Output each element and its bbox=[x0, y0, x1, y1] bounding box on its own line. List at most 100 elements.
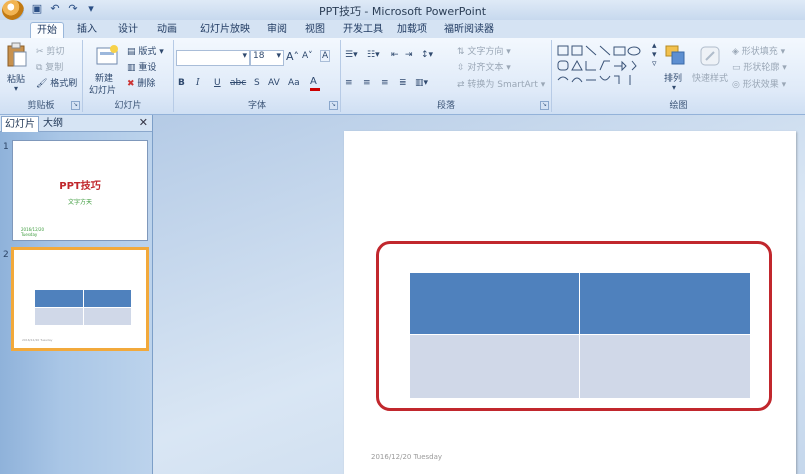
thumb1-subtitle: 文字方天 bbox=[67, 199, 92, 206]
slide-number-1: 1 bbox=[3, 142, 9, 152]
shape-effects-button[interactable]: ◎ 形状效果 ▾ bbox=[732, 77, 786, 90]
paragraph-launcher-icon[interactable]: ↘ bbox=[540, 101, 549, 110]
decrease-indent-button[interactable]: ⇤ bbox=[391, 50, 399, 60]
highlight-rectangle bbox=[376, 241, 772, 411]
clear-format-button[interactable]: A bbox=[320, 50, 331, 62]
italic-button[interactable]: I bbox=[196, 78, 200, 88]
align-text-button[interactable]: ⇳ 对齐文本 ▾ bbox=[457, 60, 511, 73]
change-case-button[interactable]: Aa bbox=[288, 78, 300, 88]
tab-slides-thumbnails[interactable]: 幻灯片 bbox=[1, 116, 39, 132]
font-color-icon: A bbox=[310, 76, 317, 87]
clear-format-label: A bbox=[322, 51, 329, 61]
thumb2-table bbox=[35, 290, 131, 325]
tab-view[interactable]: 视图 bbox=[298, 22, 332, 38]
quick-styles-label[interactable]: 快速样式 bbox=[692, 71, 728, 84]
line-spacing-button[interactable]: ↕▾ bbox=[421, 50, 433, 60]
columns-button[interactable]: ▥▾ bbox=[415, 78, 428, 88]
thumb2-cell bbox=[84, 290, 131, 307]
slides-group: 新建 幻灯片 ▤ 版式 ▾ ▥ 重设 ✖ 删除 幻灯片 bbox=[83, 40, 174, 112]
slides-panel-tabs: 幻灯片 大纲 ✕ bbox=[0, 115, 152, 132]
clipboard-launcher-icon[interactable]: ↘ bbox=[71, 101, 80, 110]
thumb1-date: 2016/12/20 Tuesday bbox=[21, 227, 44, 237]
font-group: ▾ 18 ▾ A˄ A˅ A B I U abc S AV Aa A 字体 ↘ bbox=[174, 40, 341, 112]
arrange-icon[interactable] bbox=[664, 44, 688, 68]
copy-button[interactable]: ⧉ 复制 bbox=[36, 60, 63, 73]
paste-icon[interactable] bbox=[6, 42, 28, 68]
quick-styles-icon[interactable] bbox=[698, 44, 722, 68]
layout-button[interactable]: ▤ 版式 ▾ bbox=[127, 44, 164, 57]
bold-button[interactable]: B bbox=[178, 78, 185, 88]
tab-outline[interactable]: 大纲 bbox=[40, 116, 66, 131]
delete-label: 删除 bbox=[137, 79, 156, 89]
slide-thumbnail-2[interactable]: 2016/12/20 Tuesday bbox=[11, 247, 149, 351]
clipboard-group-label: 剪贴板 bbox=[27, 101, 55, 111]
align-left-button[interactable]: ≡ bbox=[345, 78, 353, 88]
font-name-input[interactable]: ▾ bbox=[176, 50, 250, 66]
delete-icon: ✖ bbox=[127, 79, 135, 89]
paragraph-group-label: 段落 bbox=[436, 101, 455, 111]
font-size-input[interactable]: 18 ▾ bbox=[250, 50, 284, 66]
reset-button[interactable]: ▥ 重设 bbox=[127, 60, 156, 73]
tab-animation[interactable]: 动画 bbox=[150, 22, 184, 38]
convert-smartart-button[interactable]: ⇄ 转换为 SmartArt ▾ bbox=[457, 77, 545, 90]
convert-smartart-label: 转换为 SmartArt bbox=[467, 80, 538, 90]
title-bar: ▣ ↶ ↷ ▾ PPT技巧 - Microsoft PowerPoint bbox=[0, 0, 805, 20]
tab-addins[interactable]: 加载项 bbox=[392, 22, 432, 38]
font-size-value: 18 bbox=[253, 51, 265, 61]
cut-button[interactable]: ✂ 剪切 bbox=[36, 44, 64, 57]
underline-button[interactable]: U bbox=[214, 78, 221, 88]
tab-home[interactable]: 开始 bbox=[30, 22, 64, 39]
shadow-button[interactable]: S bbox=[254, 78, 260, 88]
font-size-dropdown-icon[interactable]: ▾ bbox=[276, 51, 281, 61]
shape-fill-button[interactable]: ◈ 形状填充 ▾ bbox=[732, 44, 785, 57]
strikethrough-button[interactable]: abc bbox=[230, 78, 246, 88]
thumb2-cell bbox=[35, 308, 83, 325]
tab-foxit[interactable]: 福昕阅读器 bbox=[438, 22, 500, 38]
shrink-font-button[interactable]: A˅ bbox=[302, 51, 313, 61]
arrange-dropdown-icon[interactable]: ▾ bbox=[672, 83, 676, 92]
paste-dropdown-icon[interactable]: ▾ bbox=[14, 84, 18, 93]
font-color-swatch bbox=[310, 88, 320, 91]
shapes-scroll-up-icon[interactable]: ▴ ▾ ▿ bbox=[652, 42, 657, 69]
tab-design[interactable]: 设计 bbox=[111, 22, 145, 38]
font-group-label: 字体 bbox=[247, 101, 266, 111]
grow-font-button[interactable]: A˄ bbox=[286, 50, 299, 63]
thumb1-title: PPT技巧 bbox=[59, 181, 101, 192]
close-icon[interactable]: ✕ bbox=[139, 116, 148, 129]
font-name-dropdown-icon[interactable]: ▾ bbox=[242, 51, 247, 61]
tab-developer[interactable]: 开发工具 bbox=[336, 22, 390, 38]
tab-review[interactable]: 审阅 bbox=[260, 22, 294, 38]
slide-thumbnail-1[interactable]: PPT技巧 文字方天 2016/12/20 Tuesday bbox=[12, 140, 148, 241]
drawing-group-label: 绘图 bbox=[669, 101, 688, 111]
font-color-button[interactable]: A bbox=[310, 76, 328, 91]
text-direction-label: 文字方向 bbox=[467, 47, 504, 57]
ribbon: 粘贴 ▾ ✂ 剪切 ⧉ 复制 🖌 格式刷 剪贴板 ↘ 新建 幻灯片 ▤ 版式 ▾… bbox=[0, 38, 805, 115]
align-center-button[interactable]: ≡ bbox=[363, 78, 371, 88]
new-slide-icon[interactable] bbox=[95, 44, 119, 66]
align-right-button[interactable]: ≡ bbox=[381, 78, 389, 88]
align-text-label: 对齐文本 bbox=[467, 63, 504, 73]
bullets-button[interactable]: ☰▾ bbox=[345, 50, 358, 60]
numbering-button[interactable]: ☷▾ bbox=[367, 50, 380, 60]
copy-label: 复制 bbox=[45, 63, 64, 73]
slide-number-2: 2 bbox=[3, 250, 9, 260]
delete-button[interactable]: ✖ 删除 bbox=[127, 76, 155, 89]
new-slide-label-2[interactable]: 幻灯片 bbox=[89, 83, 116, 96]
increase-indent-button[interactable]: ⇥ bbox=[405, 50, 413, 60]
shapes-gallery[interactable] bbox=[556, 44, 648, 90]
layout-label: 版式 bbox=[138, 47, 157, 57]
tab-insert[interactable]: 插入 bbox=[70, 22, 104, 38]
cut-label: 剪切 bbox=[46, 47, 65, 57]
ribbon-tabs: 开始 插入 设计 动画 幻灯片放映 审阅 视图 开发工具 加载项 福昕阅读器 bbox=[0, 20, 805, 39]
justify-button[interactable]: ≣ bbox=[399, 78, 407, 88]
shape-outline-button[interactable]: ▭ 形状轮廓 ▾ bbox=[732, 60, 787, 73]
slides-panel: 幻灯片 大纲 ✕ 1 PPT技巧 文字方天 2016/12/20 Tuesday… bbox=[0, 115, 153, 474]
text-direction-button[interactable]: ⇅ 文字方向 ▾ bbox=[457, 44, 511, 57]
tab-slideshow[interactable]: 幻灯片放映 bbox=[190, 22, 260, 38]
shape-outline-label: 形状轮廓 bbox=[743, 63, 780, 73]
shape-fill-label: 形状填充 bbox=[741, 47, 778, 57]
char-spacing-button[interactable]: AV bbox=[268, 78, 280, 88]
font-launcher-icon[interactable]: ↘ bbox=[329, 101, 338, 110]
format-painter-button[interactable]: 🖌 格式刷 bbox=[36, 76, 77, 89]
clipboard-group: 粘贴 ▾ ✂ 剪切 ⧉ 复制 🖌 格式刷 剪贴板 ↘ bbox=[0, 40, 83, 112]
